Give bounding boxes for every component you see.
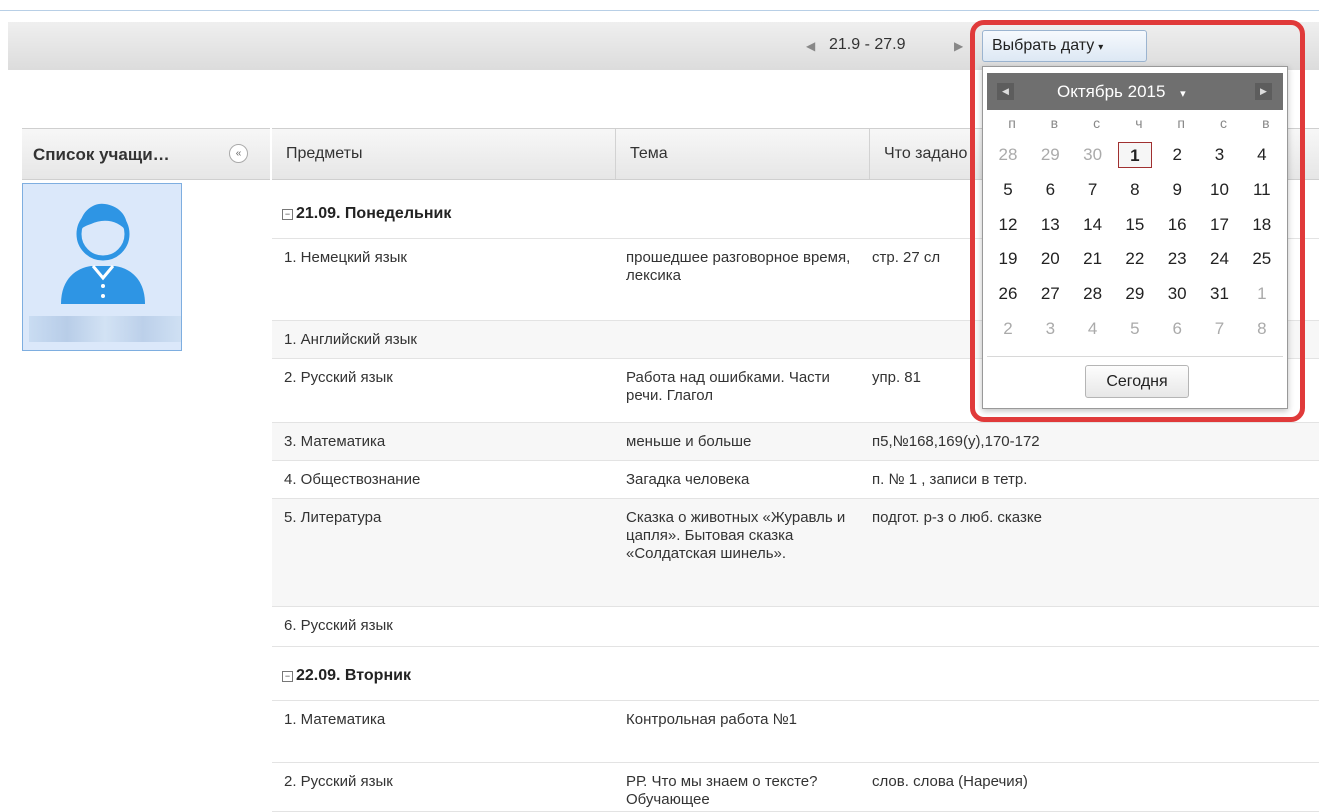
day-label: 21.09. Понедельник	[296, 205, 452, 222]
homework-cell: слов. слова (Наречия)	[872, 773, 1028, 790]
student-name-blurred	[29, 316, 181, 342]
table-row[interactable]: 1. Математика Контрольная работа №1	[272, 701, 1319, 763]
week-range: 21.9 - 27.9	[829, 36, 906, 53]
day-label: 22.09. Вторник	[296, 667, 411, 684]
homework-cell: п5,№168,169(у),170-172	[872, 433, 1040, 450]
subject-cell: 2. Русский язык	[284, 369, 393, 386]
subject-cell: 2. Русский язык	[284, 773, 393, 790]
homework-cell: п. № 1 , записи в тетр.	[872, 471, 1028, 488]
subject-cell: 6. Русский язык	[284, 617, 393, 634]
homework-cell: подгот. р-з о люб. сказке	[872, 509, 1042, 526]
topic-cell: Загадка человека	[626, 471, 750, 488]
topic-cell: прошедшее разговорное время, лексика	[626, 249, 851, 284]
subject-cell: 1. Английский язык	[284, 331, 417, 348]
table-row[interactable]: 4. Обществознание Загадка человека п. № …	[272, 461, 1319, 499]
topic-cell: Контрольная работа №1	[626, 711, 798, 728]
top-divider	[0, 10, 1319, 11]
highlight-frame	[970, 20, 1305, 422]
student-card[interactable]	[22, 183, 182, 351]
subject-cell: 1. Немецкий язык	[284, 249, 407, 266]
topic-cell: Работа над ошибками. Части речи. Глагол	[626, 369, 830, 404]
collapse-icon[interactable]: «	[229, 144, 248, 163]
subject-cell: 4. Обществознание	[284, 471, 421, 488]
table-row[interactable]: 6. Русский язык	[272, 607, 1319, 647]
topic-cell: РР. Что мы знаем о тексте? Обучающее	[626, 773, 818, 808]
collapse-group-icon[interactable]: −	[282, 209, 293, 220]
day-group-header[interactable]: −22.09. Вторник	[272, 649, 1319, 701]
collapse-group-icon[interactable]: −	[282, 671, 293, 682]
avatar-icon	[61, 203, 145, 304]
table-row[interactable]: 2. Русский язык РР. Что мы знаем о текст…	[272, 763, 1319, 812]
topic-cell: меньше и больше	[626, 433, 752, 450]
topic-cell: Сказка о животных «Журавль и цапля». Быт…	[626, 509, 846, 562]
column-header-topic[interactable]: Тема	[616, 129, 870, 179]
subject-cell: 5. Литература	[284, 509, 382, 526]
sidebar-header: Список учащи… «	[22, 128, 270, 180]
table-row[interactable]: 5. Литература Сказка о животных «Журавль…	[272, 499, 1319, 607]
column-header-subjects[interactable]: Предметы	[272, 129, 616, 179]
subject-cell: 1. Математика	[284, 711, 386, 728]
sidebar-title: Список учащи…	[33, 145, 170, 164]
subject-cell: 3. Математика	[284, 433, 386, 450]
table-row[interactable]: 3. Математика меньше и больше п5,№168,16…	[272, 423, 1319, 461]
prev-week-icon[interactable]: ◀	[806, 39, 815, 53]
next-week-icon[interactable]: ▶	[954, 39, 963, 53]
